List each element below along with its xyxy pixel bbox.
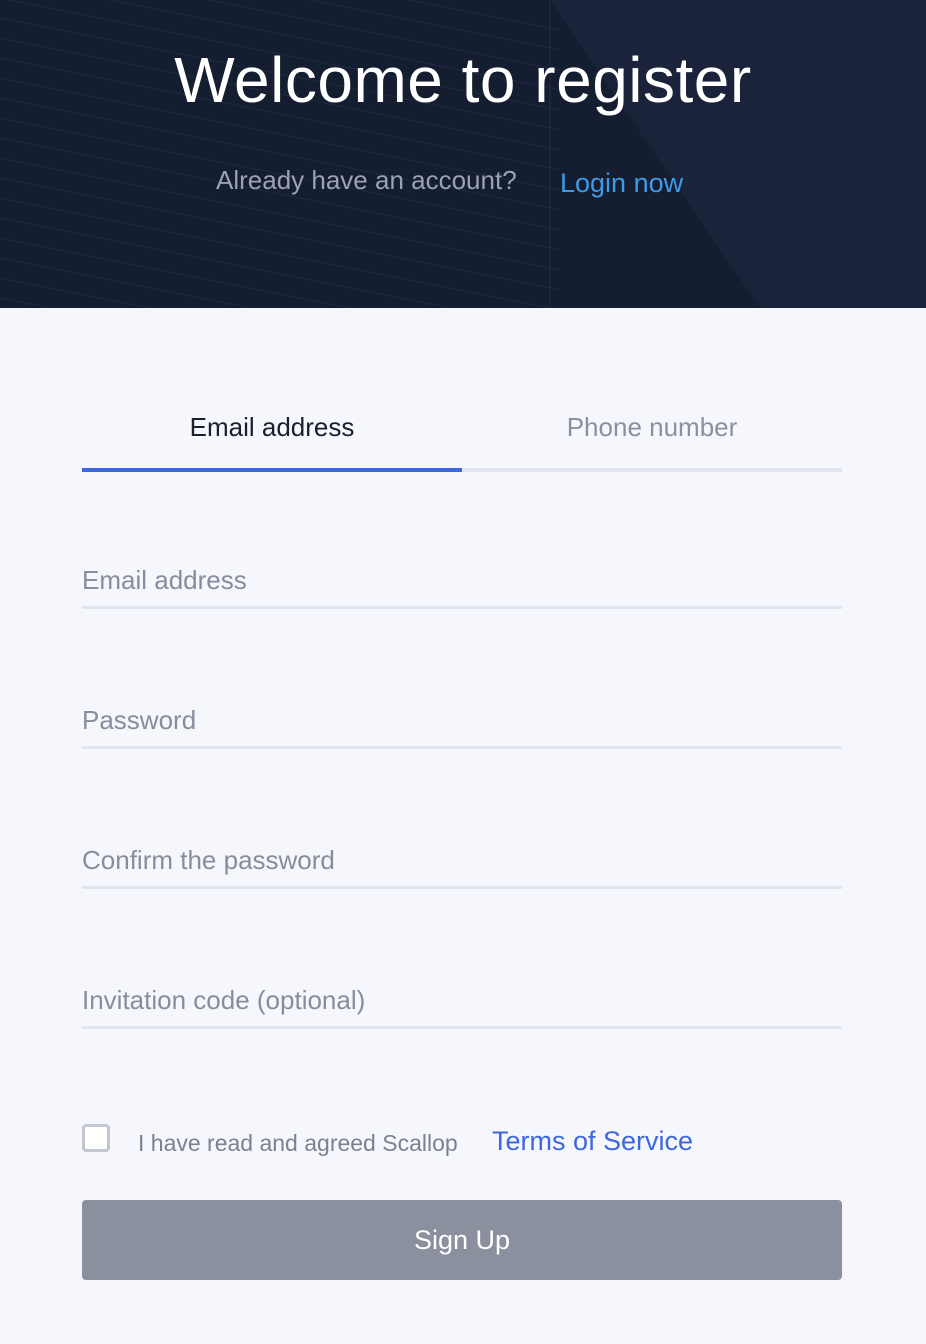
- confirm-password-field: [82, 834, 842, 890]
- tab-phone-number[interactable]: Phone number: [462, 396, 842, 468]
- invitation-code-field: [82, 974, 842, 1030]
- sign-up-button[interactable]: Sign Up: [82, 1200, 842, 1280]
- email-underline: [82, 606, 842, 609]
- active-tab-indicator: [82, 468, 462, 472]
- confirm-password-underline: [82, 886, 842, 889]
- tab-email-address[interactable]: Email address: [82, 396, 462, 468]
- email-field: [82, 554, 842, 610]
- register-method-tabs: Email address Phone number: [82, 396, 842, 472]
- password-underline: [82, 746, 842, 749]
- account-question-text: Already have an account?: [216, 165, 517, 195]
- login-now-link[interactable]: Login now: [560, 167, 683, 199]
- page-title: Welcome to register: [174, 44, 752, 116]
- register-header: Welcome to register Already have an acco…: [0, 0, 926, 308]
- terms-of-service-link[interactable]: Terms of Service: [492, 1124, 693, 1158]
- email-input[interactable]: [82, 554, 842, 606]
- confirm-password-input[interactable]: [82, 834, 842, 886]
- password-input[interactable]: [82, 694, 842, 746]
- terms-agreement: I have read and agreed Scallop Terms of …: [82, 1120, 842, 1164]
- invitation-code-input[interactable]: [82, 974, 842, 1026]
- agreement-text: I have read and agreed Scallop: [138, 1130, 458, 1156]
- invitation-code-underline: [82, 1026, 842, 1029]
- login-prompt: Already have an account? Login now: [0, 160, 926, 204]
- terms-checkbox[interactable]: [82, 1124, 110, 1152]
- password-field: [82, 694, 842, 750]
